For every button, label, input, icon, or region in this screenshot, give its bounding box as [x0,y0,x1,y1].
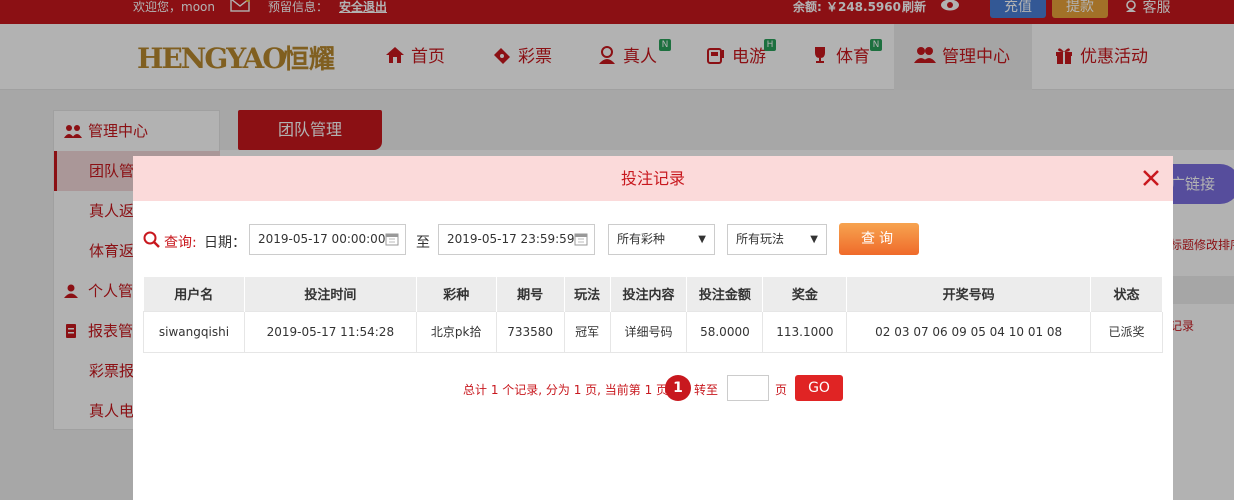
dropdown-arrow-icon: ▼ [810,234,818,245]
col-prize: 奖金 [762,277,848,311]
goto-label: 转至 [694,383,719,397]
close-icon[interactable] [1141,168,1161,188]
cell-draw-numbers: 02 03 07 06 09 05 04 10 01 08 [846,310,1091,353]
modal-header: 投注记录 [133,156,1173,201]
bet-record-table: 用户名 投注时间 彩种 期号 玩法 投注内容 投注金额 奖金 开奖号码 状态 s… [143,277,1163,353]
start-date-value: 2019-05-17 00:00:00 [258,232,386,246]
col-status: 状态 [1090,277,1163,311]
modal-title: 投注记录 [620,169,685,188]
col-play: 玩法 [564,277,611,311]
date-label: 日期： [204,235,246,251]
col-bet-content: 投注内容 [610,277,688,311]
page-unit-label: 页 [775,383,788,397]
bet-record-modal: 投注记录 查询: 日期： 2019-05-17 00:00:00 至 2019-… [133,156,1173,500]
col-bet-amount: 投注金额 [686,277,764,311]
query-label: 查询: [164,235,197,251]
calendar-icon[interactable] [574,232,588,246]
play-type-select[interactable]: 所有玩法 ▼ [727,224,827,255]
dropdown-arrow-icon: ▼ [698,234,706,245]
search-icon [143,231,160,248]
end-date-value: 2019-05-17 23:59:59 [447,232,575,246]
cell-status: 已派奖 [1090,310,1163,353]
col-username: 用户名 [143,277,245,311]
start-date-input[interactable]: 2019-05-17 00:00:00 [249,224,406,255]
calendar-icon[interactable] [385,232,399,246]
cell-period: 733580 [495,310,565,353]
current-page-button[interactable]: 1 [665,375,691,401]
cell-prize: 113.1000 [762,310,848,353]
col-bet-time: 投注时间 [244,277,417,311]
bet-detail-link[interactable]: 详细号码 [609,310,688,353]
cell-bet-amount: 58.0000 [686,310,764,353]
col-draw-numbers: 开奖号码 [846,277,1091,311]
table-row: siwangqishi 2019-05-17 11:54:28 北京pk拾 73… [143,310,1163,353]
search-button[interactable]: 查询 [839,223,919,255]
go-button[interactable]: GO [795,375,843,401]
end-date-input[interactable]: 2019-05-17 23:59:59 [438,224,595,255]
to-label: 至 [416,235,430,251]
col-lottery: 彩种 [416,277,497,311]
lottery-type-select[interactable]: 所有彩种 ▼ [608,224,715,255]
cell-username: siwangqishi [143,310,245,353]
col-period: 期号 [496,277,565,311]
page-number-input[interactable] [727,375,769,401]
play-type-value: 所有玩法 [736,232,785,246]
table-header-row: 用户名 投注时间 彩种 期号 玩法 投注内容 投注金额 奖金 开奖号码 状态 [143,277,1163,311]
cell-bet-time: 2019-05-17 11:54:28 [243,310,417,353]
lottery-type-value: 所有彩种 [617,232,666,246]
cell-play: 冠军 [563,310,611,353]
pagination-summary: 总计 1 个记录, 分为 1 页, 当前第 1 页 [463,383,669,397]
cell-lottery: 北京pk拾 [415,310,497,353]
